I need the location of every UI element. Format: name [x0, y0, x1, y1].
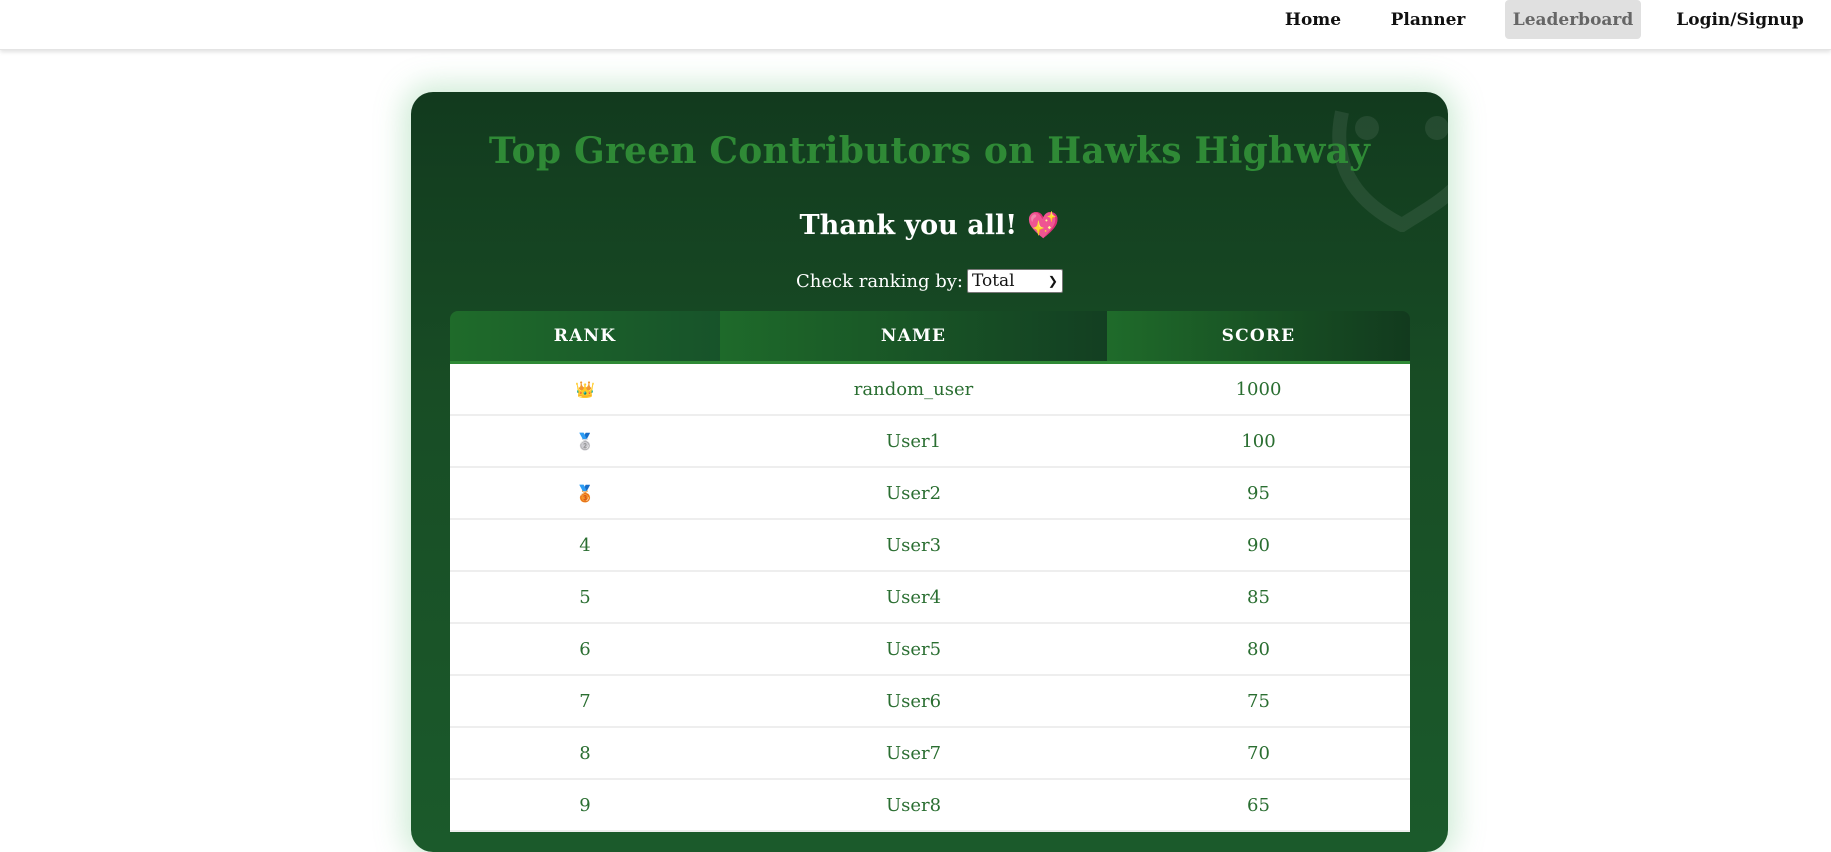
page-title: Top Green Contributors on Hawks Highway: [488, 130, 1371, 172]
row-score: 100: [1241, 430, 1276, 452]
column-header-rank: RANK: [450, 311, 720, 361]
row-name: User4: [885, 586, 942, 608]
row-name: User5: [885, 638, 942, 660]
thanks-heading: Thank you all! 💖: [411, 210, 1448, 241]
silver-medal-icon: 🥈: [575, 431, 595, 451]
nav-login-signup-link[interactable]: Login/Signup: [1676, 0, 1803, 39]
filter-label: Check ranking by:: [796, 270, 963, 292]
row-score: 90: [1247, 534, 1270, 556]
row-name: random_user: [853, 378, 974, 400]
row-rank: 5: [579, 586, 591, 608]
leaderboard-table: RANK NAME SCORE 👑 random_user 1000 🥈 Use…: [450, 311, 1410, 832]
row-name: User6: [885, 690, 942, 712]
row-score: 70: [1247, 742, 1270, 764]
row-score: 85: [1247, 586, 1270, 608]
row-rank: 9: [579, 794, 591, 816]
table-row: 7 User6 75: [450, 676, 1410, 728]
table-header: RANK NAME SCORE: [450, 311, 1410, 364]
table-row: 🥈 User1 100: [450, 416, 1410, 468]
thanks-text: Thank you all!: [799, 210, 1018, 241]
table-row: 9 User8 65: [450, 780, 1410, 832]
nav-leaderboard-link[interactable]: Leaderboard: [1505, 0, 1641, 39]
table-body: 👑 random_user 1000 🥈 User1 100 🥉 User2 9…: [450, 364, 1410, 832]
leaderboard-card: Top Green Contributors on Hawks Highway …: [411, 92, 1448, 852]
row-rank: 7: [579, 690, 591, 712]
column-header-score: SCORE: [1107, 311, 1410, 361]
row-name: User7: [885, 742, 942, 764]
row-rank: 6: [579, 638, 591, 660]
table-row: 🥉 User2 95: [450, 468, 1410, 520]
table-row: 6 User5 80: [450, 624, 1410, 676]
table-row: 8 User7 70: [450, 728, 1410, 780]
table-row: 5 User4 85: [450, 572, 1410, 624]
row-score: 1000: [1235, 378, 1282, 400]
row-rank: 4: [579, 534, 591, 556]
row-score: 95: [1247, 482, 1270, 504]
row-score: 80: [1247, 638, 1270, 660]
row-name: User8: [885, 794, 942, 816]
chevron-down-icon: ❯: [1047, 274, 1058, 288]
column-header-name: NAME: [720, 311, 1107, 361]
ranking-filter: Check ranking by: Total ❯: [411, 269, 1448, 293]
row-rank: 8: [579, 742, 591, 764]
crown-icon: 👑: [575, 379, 595, 399]
row-name: User2: [885, 482, 942, 504]
table-row: 👑 random_user 1000: [450, 364, 1410, 416]
top-navbar: Home Planner Leaderboard Login/Signup: [0, 0, 1831, 50]
row-name: User1: [885, 430, 942, 452]
bronze-medal-icon: 🥉: [575, 483, 595, 503]
table-row: 4 User3 90: [450, 520, 1410, 572]
row-score: 75: [1247, 690, 1270, 712]
row-name: User3: [885, 534, 942, 556]
ranking-select-value: Total: [971, 271, 1015, 291]
row-score: 65: [1247, 794, 1270, 816]
nav-planner-link[interactable]: Planner: [1389, 0, 1467, 39]
nav-home-link[interactable]: Home: [1277, 0, 1349, 39]
ranking-select[interactable]: Total ❯: [966, 269, 1063, 293]
sparkling-heart-icon: 💖: [1027, 211, 1060, 241]
